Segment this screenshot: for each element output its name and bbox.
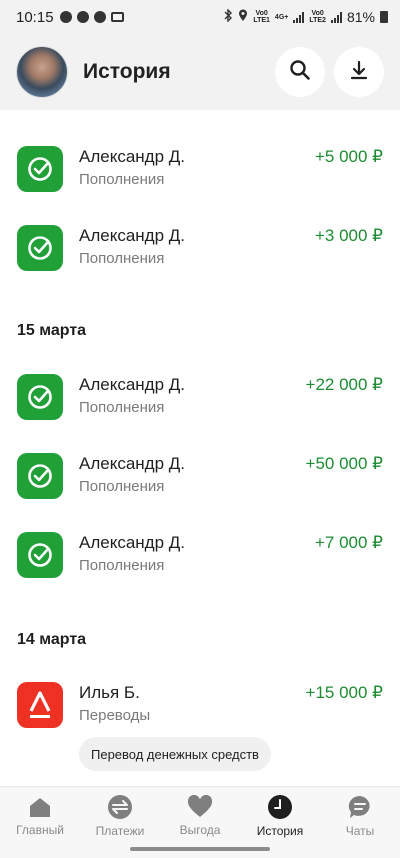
transaction-row[interactable]: Александр Д. Пополнения +50 000 ₽ bbox=[0, 448, 400, 508]
page-title: История bbox=[83, 60, 171, 83]
nav-label: Главный bbox=[16, 823, 64, 837]
transaction-amount: +7 000 ₽ bbox=[314, 533, 383, 552]
avatar[interactable] bbox=[16, 46, 68, 98]
transaction-name: Александр Д. bbox=[79, 226, 186, 245]
clock-icon bbox=[267, 794, 293, 820]
bluetooth-icon bbox=[224, 8, 233, 25]
payments-icon bbox=[107, 794, 133, 820]
sber-logo-icon bbox=[17, 453, 63, 499]
home-indicator[interactable] bbox=[130, 847, 270, 851]
date-header: 14 марта bbox=[17, 631, 87, 648]
download-icon bbox=[348, 59, 370, 86]
transaction-amount: +22 000 ₽ bbox=[305, 375, 383, 394]
search-button[interactable] bbox=[275, 47, 325, 97]
chat-bubble-icon bbox=[76, 11, 89, 23]
signal-2-icon bbox=[330, 11, 342, 23]
sim2-info: Vo0 LTE2 bbox=[309, 10, 326, 24]
transaction-category: Пополнения bbox=[79, 557, 165, 574]
nav-label: История bbox=[256, 824, 304, 838]
alfa-logo-icon bbox=[17, 682, 63, 728]
nav-item-home[interactable]: Главный bbox=[0, 787, 80, 837]
transaction-category: Пополнения bbox=[79, 399, 165, 416]
sim1-label-top: Vo0 bbox=[255, 10, 268, 17]
transaction-category: Переводы bbox=[79, 707, 151, 724]
transaction-category: Пополнения bbox=[79, 171, 165, 188]
signal-icon bbox=[293, 11, 305, 23]
transaction-row[interactable]: Александр Д. Пополнения +7 000 ₽ bbox=[0, 527, 400, 587]
transaction-row[interactable]: Александр Д. Пополнения +5 000 ₽ bbox=[0, 141, 400, 201]
whatsapp-icon bbox=[59, 11, 72, 23]
sim1-info: Vo0 LTE1 bbox=[253, 10, 270, 24]
search-icon bbox=[289, 59, 311, 86]
status-bar: 10:15 Vo0 LTE1 4G+ Vo0 LTE2 81% bbox=[0, 0, 400, 34]
transaction-amount: +15 000 ₽ bbox=[305, 683, 383, 702]
heart-icon bbox=[187, 794, 213, 819]
sim1-label-bottom: LTE1 bbox=[253, 17, 270, 24]
transaction-name: Илья Б. bbox=[79, 683, 140, 702]
transaction-amount: +5 000 ₽ bbox=[314, 147, 383, 166]
nav-label: Выгода bbox=[179, 823, 221, 837]
transaction-name: Александр Д. bbox=[79, 375, 186, 394]
sber-logo-icon bbox=[17, 225, 63, 271]
transaction-category: Пополнения bbox=[79, 250, 165, 267]
status-time: 10:15 bbox=[16, 8, 54, 26]
transaction-row[interactable]: Александр Д. Пополнения +3 000 ₽ bbox=[0, 220, 400, 280]
history-list[interactable]: Александр Д. Пополнения +5 000 ₽ Алексан… bbox=[0, 110, 400, 786]
transaction-name: Александр Д. bbox=[79, 454, 186, 473]
transaction-category: Пополнения bbox=[79, 478, 165, 495]
transaction-name: Александр Д. bbox=[79, 533, 186, 552]
date-header: 15 марта bbox=[17, 322, 87, 339]
nav-item-payments[interactable]: Платежи bbox=[80, 787, 160, 838]
sim2-label-bottom: LTE2 bbox=[309, 17, 326, 24]
nav-item-benefits[interactable]: Выгода bbox=[160, 787, 240, 837]
battery-icon bbox=[380, 11, 388, 23]
transaction-note: Перевод денежных средств bbox=[79, 737, 271, 771]
sber-logo-icon bbox=[17, 532, 63, 578]
sim2-label-top: Vo0 bbox=[311, 10, 324, 17]
download-button[interactable] bbox=[334, 47, 384, 97]
transaction-amount: +3 000 ₽ bbox=[314, 226, 383, 245]
sber-logo-icon bbox=[17, 146, 63, 192]
notification-icons bbox=[59, 11, 124, 23]
nav-label: Платежи bbox=[95, 824, 145, 838]
chat-icon bbox=[347, 794, 373, 820]
nav-item-history[interactable]: История bbox=[240, 787, 320, 838]
app-notification-icon bbox=[93, 11, 106, 23]
sber-logo-icon bbox=[17, 374, 63, 420]
transaction-row[interactable]: Александр Д. Пополнения +22 000 ₽ bbox=[0, 369, 400, 429]
nav-item-chats[interactable]: Чаты bbox=[320, 787, 400, 838]
transaction-name: Александр Д. bbox=[79, 147, 186, 166]
screen-icon bbox=[110, 12, 124, 22]
network-type: 4G+ bbox=[274, 13, 289, 21]
nav-label: Чаты bbox=[345, 824, 375, 838]
transaction-row[interactable]: Илья Б. Переводы +15 000 ₽ bbox=[0, 677, 400, 737]
battery-percent: 81% bbox=[346, 9, 375, 25]
transaction-amount: +50 000 ₽ bbox=[305, 454, 383, 473]
location-icon bbox=[238, 9, 248, 25]
status-right: Vo0 LTE1 4G+ Vo0 LTE2 81% bbox=[224, 8, 388, 25]
app-header: История bbox=[0, 34, 400, 110]
home-icon bbox=[27, 794, 53, 819]
